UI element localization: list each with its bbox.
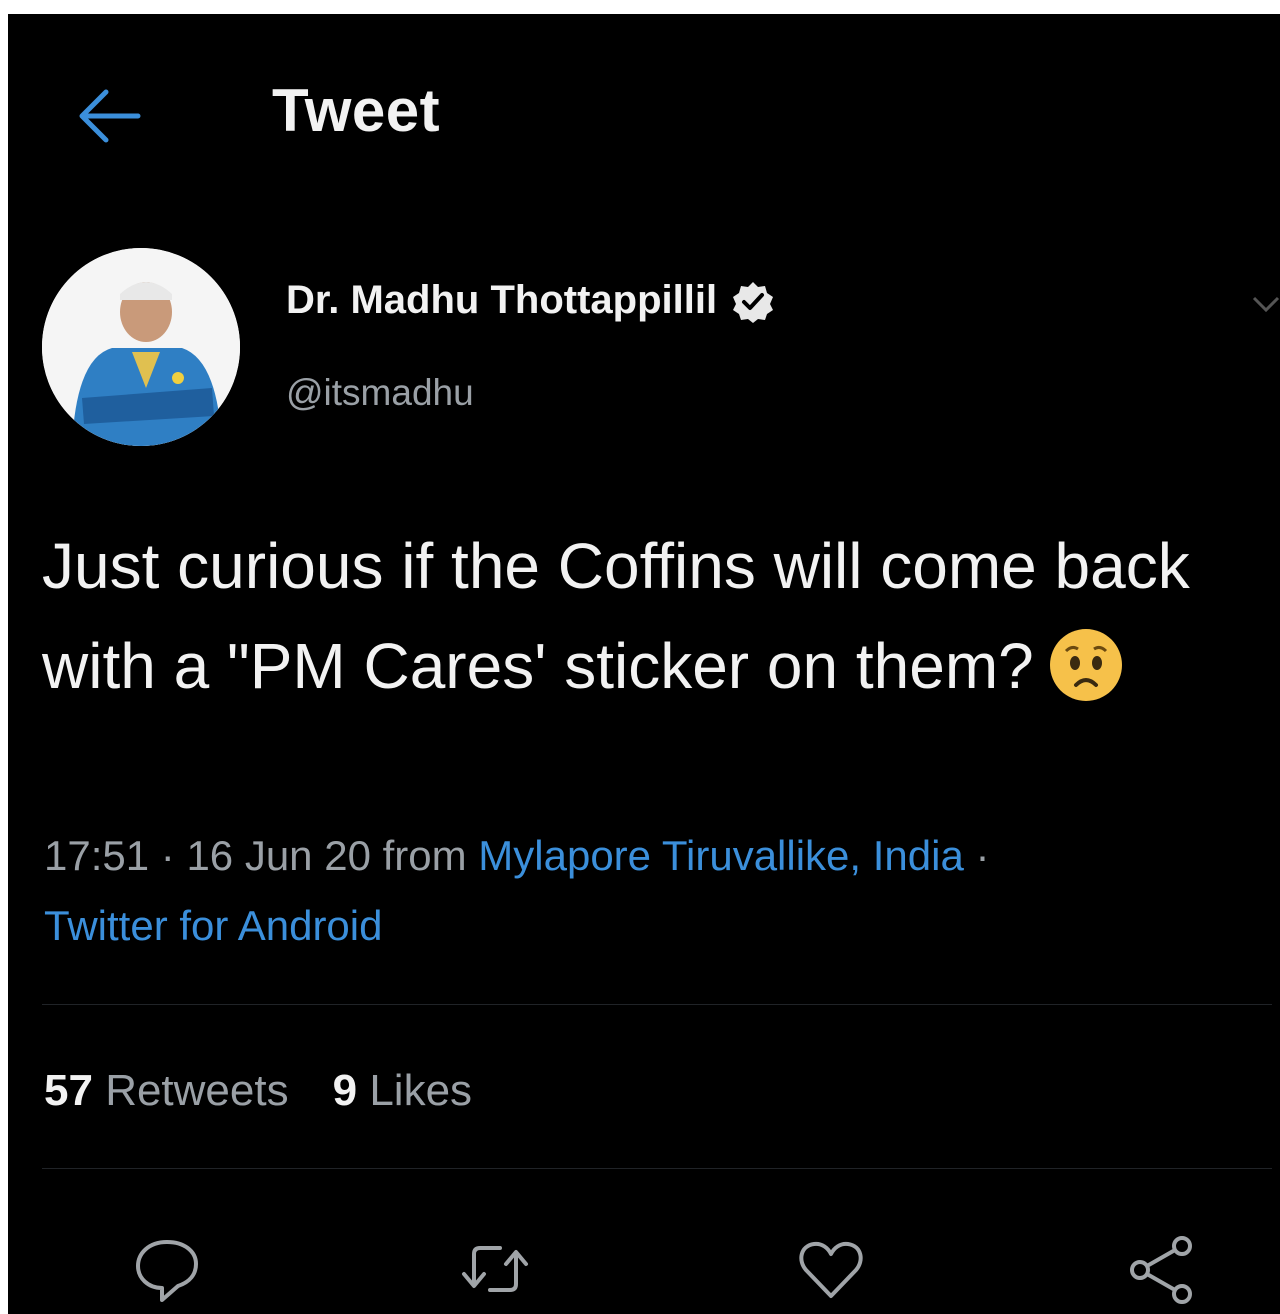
tweet-stats: 57 Retweets 9 Likes [44, 1066, 472, 1116]
divider [42, 1004, 1272, 1005]
worried-face-icon [1049, 629, 1122, 702]
avatar-image [42, 248, 240, 446]
author-handle[interactable]: @itsmadhu [286, 372, 474, 414]
tweet-body: Just curious if the Coffins will come ba… [42, 530, 1190, 702]
tweet-date: 16 Jun 20 [186, 832, 371, 879]
tweet-time: 17:51 [44, 832, 150, 879]
like-icon[interactable] [796, 1234, 866, 1304]
likes-label: Likes [369, 1066, 473, 1115]
author-name-text: Dr. Madhu Thottappillil [286, 278, 718, 322]
likes-count: 9 [332, 1066, 358, 1115]
avatar[interactable] [42, 248, 240, 446]
retweets-stat[interactable]: 57 Retweets [44, 1066, 289, 1115]
from-label: from [382, 832, 467, 879]
page-title: Tweet [272, 77, 441, 144]
meta-separator: · [160, 832, 187, 879]
verified-badge-icon [733, 281, 774, 323]
author-name[interactable]: Dr. Madhu Thottappillil [286, 278, 775, 323]
retweets-count: 57 [44, 1066, 93, 1115]
tweet-location-link[interactable]: Mylapore Tiruvallike, India [478, 832, 964, 879]
tweet-meta: 17:51 · 16 Jun 20 from Mylapore Tiruvall… [44, 832, 990, 880]
tweet-source-link[interactable]: Twitter for Android [44, 902, 382, 949]
likes-stat[interactable]: 9 Likes [333, 1066, 472, 1115]
tweet-screen: Tweet Dr. Madhu Thottappillil @itsmadhu … [8, 14, 1280, 1314]
retweet-icon[interactable] [460, 1234, 530, 1304]
tweet-source: Twitter for Android [44, 902, 382, 950]
tweet-text: Just curious if the Coffins will come ba… [42, 516, 1222, 716]
back-arrow-icon[interactable] [74, 86, 144, 146]
retweets-label: Retweets [105, 1066, 289, 1115]
reply-icon[interactable] [132, 1234, 202, 1304]
top-bar: Tweet [8, 14, 1280, 194]
chevron-down-icon[interactable] [1246, 284, 1280, 324]
share-icon[interactable] [1126, 1234, 1196, 1304]
meta-separator: · [975, 832, 990, 879]
divider [42, 1168, 1272, 1169]
